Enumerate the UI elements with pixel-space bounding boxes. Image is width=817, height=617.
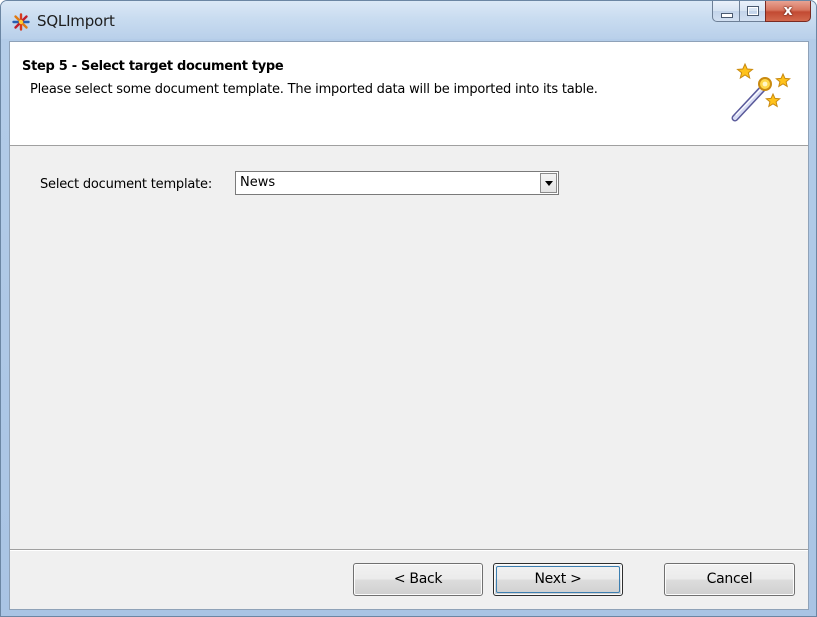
- step-description: Please select some document template. Th…: [30, 82, 598, 97]
- close-button[interactable]: x: [765, 1, 811, 22]
- close-icon: x: [783, 3, 793, 19]
- document-template-select[interactable]: News: [235, 171, 559, 195]
- dropdown-button[interactable]: [540, 173, 557, 193]
- app-window: SQLImport x Step 5 - Select target docum…: [0, 0, 817, 617]
- chevron-down-icon: [545, 181, 553, 186]
- next-button-label: Next >: [534, 571, 582, 587]
- wizard-body: Step 5 - Select target document type Ple…: [9, 41, 809, 610]
- back-button[interactable]: < Back: [353, 563, 483, 596]
- cancel-button[interactable]: Cancel: [664, 563, 795, 596]
- title-bar[interactable]: SQLImport x: [1, 1, 816, 39]
- template-label: Select document template:: [40, 177, 213, 192]
- footer-divider: [10, 549, 808, 551]
- magic-wand-icon: [731, 62, 791, 122]
- minimize-icon: [721, 13, 733, 18]
- maximize-button[interactable]: [739, 1, 765, 22]
- minimize-button[interactable]: [712, 1, 739, 22]
- window-title: SQLImport: [37, 12, 115, 30]
- asterisk-app-icon: [12, 13, 30, 31]
- next-button[interactable]: Next >: [493, 563, 623, 596]
- step-title: Step 5 - Select target document type: [22, 59, 284, 74]
- maximize-icon: [747, 6, 759, 16]
- caption-buttons: x: [712, 1, 811, 22]
- document-template-value: News: [240, 175, 276, 190]
- wizard-header: Step 5 - Select target document type Ple…: [10, 42, 808, 146]
